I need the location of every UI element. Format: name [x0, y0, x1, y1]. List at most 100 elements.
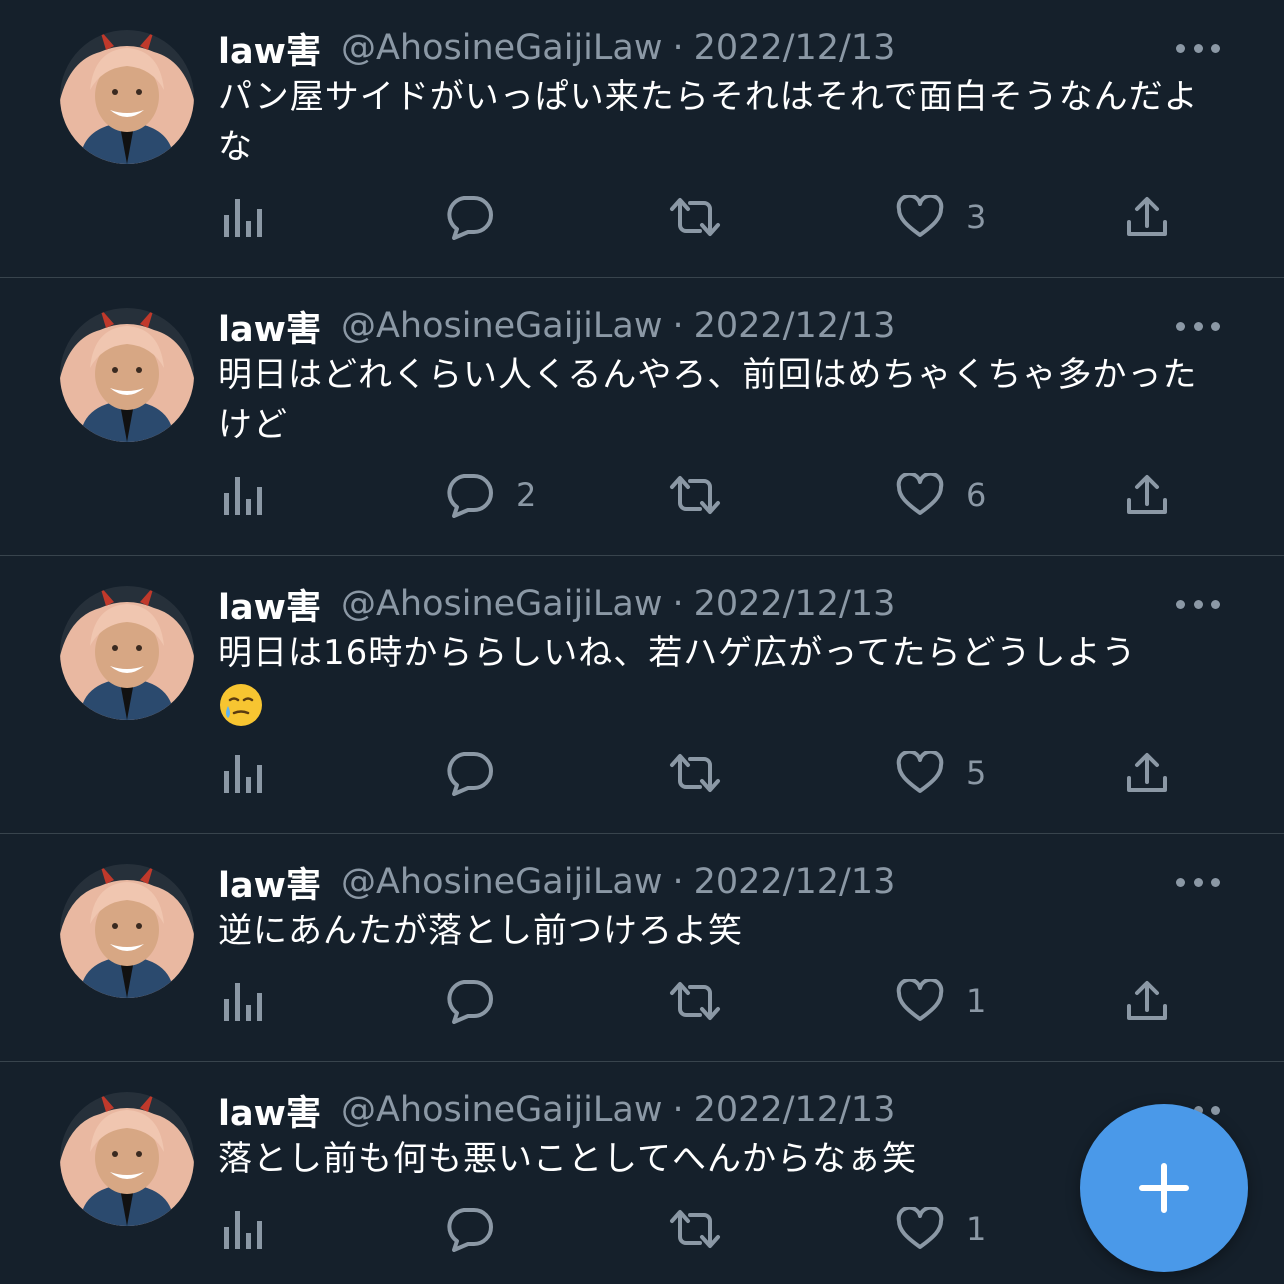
share-upload-icon — [1127, 753, 1167, 792]
share-upload-icon — [1127, 475, 1167, 514]
tweet-card[interactable]: law害 @AhosineGaijiLaw · 2022/12/13 逆にあんた… — [0, 834, 1284, 1062]
retweet-button[interactable] — [668, 192, 722, 242]
reply-button[interactable]: 2 — [444, 470, 536, 520]
like-button[interactable]: 1 — [896, 1204, 986, 1254]
like-button[interactable]: 1 — [896, 976, 986, 1026]
heart-icon — [896, 751, 944, 793]
share-button[interactable] — [1124, 748, 1170, 798]
share-button[interactable] — [1124, 192, 1170, 242]
separator-dot: · — [672, 28, 684, 68]
tweet-text: パン屋サイドがいっぱい来たらそれはそれで面白そうなんだよな — [218, 77, 1199, 167]
like-button[interactable]: 5 — [896, 748, 986, 798]
views-bar-chart-icon — [224, 983, 262, 1021]
tweet-text-block: 明日は16時かららしいね、若ハゲ広がってたらどうしよう — [218, 628, 1208, 728]
views-button[interactable] — [222, 748, 264, 798]
reply-button[interactable] — [444, 748, 516, 798]
views-bar-chart-icon — [224, 755, 262, 793]
like-count: 6 — [966, 476, 987, 514]
heart-icon — [896, 195, 944, 237]
tweet-card[interactable]: law害 @AhosineGaijiLaw · 2022/12/13 明日は16… — [0, 556, 1284, 834]
reply-bubble-icon — [447, 1208, 493, 1252]
more-dots-icon[interactable] — [1176, 318, 1220, 334]
more-dots-icon[interactable] — [1176, 596, 1220, 612]
like-count: 1 — [966, 982, 987, 1020]
tweet-date[interactable]: 2022/12/13 — [694, 306, 896, 346]
user-handle[interactable]: @AhosineGaijiLaw — [341, 1090, 663, 1130]
reply-bubble-icon — [447, 752, 493, 796]
like-count: 1 — [966, 1210, 987, 1248]
tweet-date[interactable]: 2022/12/13 — [694, 584, 896, 624]
like-count: 3 — [966, 198, 987, 236]
tweet-text: 落とし前も何も悪いことしてへんからなぁ笑 — [218, 1139, 917, 1179]
tweet-header: law害 @AhosineGaijiLaw · 2022/12/13 — [218, 24, 1224, 72]
avatar[interactable] — [60, 308, 194, 442]
tweet-card[interactable]: law害 @AhosineGaijiLaw · 2022/12/13 明日はどれ… — [0, 278, 1284, 556]
avatar[interactable] — [60, 30, 194, 164]
tweet-date[interactable]: 2022/12/13 — [694, 862, 896, 902]
share-upload-icon — [1127, 197, 1167, 236]
retweet-icon — [670, 476, 720, 514]
tweet-text: 明日は16時かららしいね、若ハゲ広がってたらどうしよう — [218, 633, 1137, 673]
views-button[interactable] — [222, 192, 264, 242]
more-dots-icon[interactable] — [1176, 40, 1220, 56]
like-button[interactable]: 6 — [896, 470, 986, 520]
views-button[interactable] — [222, 470, 264, 520]
views-button[interactable] — [222, 1204, 264, 1254]
retweet-icon — [670, 198, 720, 236]
like-button[interactable]: 3 — [896, 192, 986, 242]
tweet-header: law害 @AhosineGaijiLaw · 2022/12/13 — [218, 1086, 1224, 1134]
user-handle[interactable]: @AhosineGaijiLaw — [341, 862, 663, 902]
separator-dot: · — [672, 584, 684, 624]
tweet-actions: 3 — [0, 192, 1284, 242]
heart-icon — [896, 979, 944, 1021]
like-count: 5 — [966, 754, 987, 792]
tweet-actions: 1 — [0, 976, 1284, 1026]
display-name[interactable]: law害 — [218, 857, 321, 908]
views-bar-chart-icon — [224, 1211, 262, 1249]
share-button[interactable] — [1124, 470, 1170, 520]
separator-dot: · — [672, 1090, 684, 1130]
display-name[interactable]: law害 — [218, 579, 321, 630]
retweet-button[interactable] — [668, 748, 722, 798]
share-button[interactable] — [1124, 976, 1170, 1026]
avatar[interactable] — [60, 586, 194, 720]
display-name[interactable]: law害 — [218, 301, 321, 352]
face-holding-back-tears-emoji-icon — [218, 682, 264, 728]
views-bar-chart-icon — [224, 477, 262, 515]
retweet-icon — [670, 1210, 720, 1248]
reply-button[interactable] — [444, 1204, 516, 1254]
more-dots-icon[interactable] — [1176, 874, 1220, 890]
display-name[interactable]: law害 — [218, 23, 321, 74]
reply-bubble-icon — [447, 196, 493, 240]
user-handle[interactable]: @AhosineGaijiLaw — [341, 28, 663, 68]
reply-bubble-icon — [447, 980, 493, 1024]
retweet-icon — [670, 754, 720, 792]
tweet-card[interactable]: law害 @AhosineGaijiLaw · 2022/12/13 パン屋サイ… — [0, 0, 1284, 278]
tweet-date[interactable]: 2022/12/13 — [694, 1090, 896, 1130]
tweet-header: law害 @AhosineGaijiLaw · 2022/12/13 — [218, 858, 1224, 906]
retweet-icon — [670, 982, 720, 1020]
views-button[interactable] — [222, 976, 264, 1026]
separator-dot: · — [672, 862, 684, 902]
user-handle[interactable]: @AhosineGaijiLaw — [341, 306, 663, 346]
retweet-button[interactable] — [668, 976, 722, 1026]
reply-count: 2 — [516, 476, 537, 514]
views-bar-chart-icon — [224, 199, 262, 237]
heart-icon — [896, 1207, 944, 1249]
display-name[interactable]: law害 — [218, 1085, 321, 1136]
tweet-text: 逆にあんたが落とし前つけろよ笑 — [218, 911, 743, 951]
separator-dot: · — [672, 306, 684, 346]
reply-button[interactable] — [444, 192, 516, 242]
tweet-date[interactable]: 2022/12/13 — [694, 28, 896, 68]
tweet-header: law害 @AhosineGaijiLaw · 2022/12/13 — [218, 580, 1224, 628]
tweet-actions: 5 — [0, 748, 1284, 798]
reply-button[interactable] — [444, 976, 516, 1026]
reply-bubble-icon — [447, 474, 493, 518]
retweet-button[interactable] — [668, 470, 722, 520]
tweet-text: 明日はどれくらい人くるんやろ、前回はめちゃくちゃ多かったけど — [218, 355, 1198, 445]
compose-button[interactable] — [1080, 1104, 1248, 1272]
user-handle[interactable]: @AhosineGaijiLaw — [341, 584, 663, 624]
share-upload-icon — [1127, 981, 1167, 1020]
tweet-header: law害 @AhosineGaijiLaw · 2022/12/13 — [218, 302, 1224, 350]
retweet-button[interactable] — [668, 1204, 722, 1254]
